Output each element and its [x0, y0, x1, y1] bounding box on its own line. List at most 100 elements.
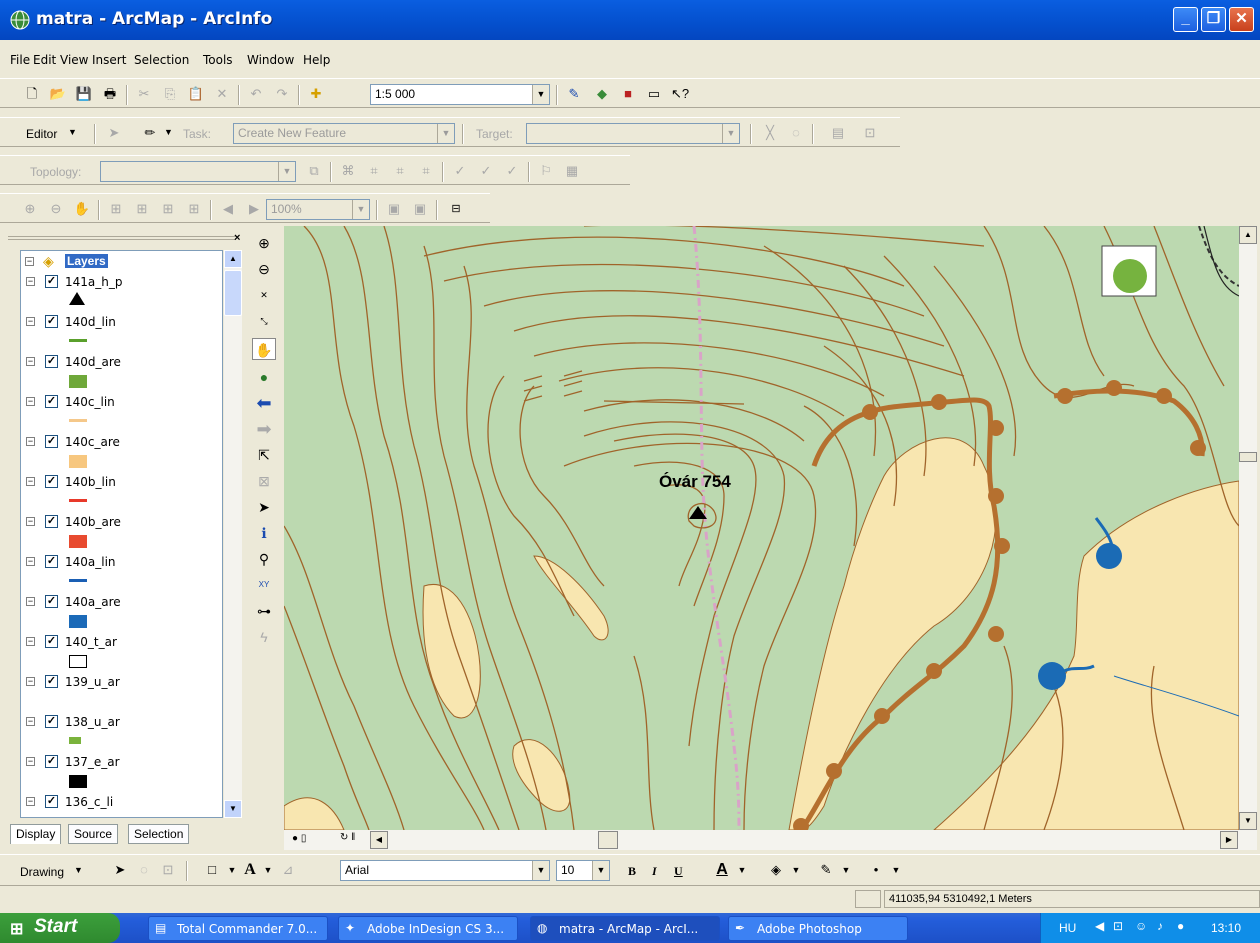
start-button[interactable]: ⊞ Start	[0, 913, 120, 943]
fixed-zoom-in-icon[interactable]: ✕	[252, 284, 276, 306]
zoom-100-icon[interactable]: ⊞	[132, 199, 152, 219]
tab-source[interactable]: Source	[68, 824, 119, 844]
scroll-thumb[interactable]	[1239, 452, 1257, 462]
zoom-out-layout-icon[interactable]: ⊖	[46, 199, 66, 219]
fill-color-icon[interactable]: ◈	[766, 860, 786, 880]
scroll-thumb[interactable]	[598, 831, 618, 849]
collapse-icon[interactable]: −	[26, 517, 35, 526]
chevron-down-icon[interactable]: ▼	[722, 124, 739, 143]
clear-selection-icon[interactable]: ⊠	[252, 470, 276, 492]
map-vertical-scrollbar[interactable]: ▲ ▼	[1239, 226, 1257, 830]
collapse-icon[interactable]: −	[26, 397, 35, 406]
language-indicator[interactable]: HU	[1059, 921, 1076, 935]
tab-display[interactable]: Display	[10, 824, 62, 844]
validate-icon[interactable]: ✓	[450, 161, 470, 181]
title-bar[interactable]: matra - ArcMap - ArcInfo _ ❐ ✕	[0, 0, 1260, 40]
whats-this-icon[interactable]: ↖?	[670, 84, 690, 104]
scroll-right-icon[interactable]: ▶	[1220, 831, 1238, 849]
zoom-in-icon[interactable]: ⊕	[252, 232, 276, 254]
chevron-down-icon[interactable]: ▼	[74, 865, 83, 875]
add-data-icon[interactable]: ✚	[306, 84, 326, 104]
layer-visibility-checkbox[interactable]: ✓	[45, 435, 58, 448]
zoom-in-layout-icon[interactable]: ⊕	[20, 199, 40, 219]
attributes-icon[interactable]: ▤	[828, 123, 848, 143]
scale-combo[interactable]: 1:5 000 ▼	[370, 84, 550, 105]
marker-color-icon[interactable]: •	[866, 860, 886, 880]
scroll-down-icon[interactable]: ▼	[224, 800, 242, 818]
pan-layout-icon[interactable]: ✋	[72, 199, 92, 219]
layer-visibility-checkbox[interactable]: ✓	[45, 275, 58, 288]
editor-toolbar-icon[interactable]: ✎	[564, 84, 584, 104]
collapse-icon[interactable]: −	[26, 477, 35, 486]
layers-root-label[interactable]: Layers	[65, 254, 108, 268]
select-elements-arrow-icon[interactable]: ➤	[252, 496, 276, 518]
back-arrow-icon[interactable]: ⬅	[252, 392, 276, 414]
layer-visibility-checkbox[interactable]: ✓	[45, 555, 58, 568]
validate-all-icon[interactable]: ✓	[502, 161, 522, 181]
chevron-down-icon[interactable]: ▼	[164, 127, 173, 137]
cut-icon[interactable]: ✂	[134, 84, 154, 104]
italic-button[interactable]: I	[652, 864, 657, 879]
toc-grip[interactable]	[8, 236, 236, 240]
layer-visibility-checkbox[interactable]: ✓	[45, 395, 58, 408]
fixed-zoom-out-icon[interactable]: ⊞	[184, 199, 204, 219]
rectangle-icon[interactable]: □	[202, 860, 222, 880]
layer-visibility-checkbox[interactable]: ✓	[45, 755, 58, 768]
hyperlink-lightning-icon[interactable]: ϟ	[252, 626, 276, 648]
fix-error-icon[interactable]: ⚐	[536, 161, 556, 181]
chevron-down-icon[interactable]: ▼	[836, 860, 856, 880]
collapse-icon[interactable]: −	[26, 637, 35, 646]
collapse-icon[interactable]: −	[26, 717, 35, 726]
task-total-commander[interactable]: ▤ Total Commander 7.0...	[148, 916, 328, 941]
menu-window[interactable]: Window	[247, 53, 294, 67]
minimize-button[interactable]: _	[1173, 7, 1198, 32]
layer-visibility-checkbox[interactable]: ✓	[45, 795, 58, 808]
chevron-down-icon[interactable]: ▼	[532, 861, 549, 880]
close-button[interactable]: ✕	[1229, 7, 1254, 32]
command-line-icon[interactable]: ▭	[644, 84, 664, 104]
edit-vertices-icon[interactable]: ⊿	[278, 860, 298, 880]
collapse-icon[interactable]: −	[26, 757, 35, 766]
chevron-down-icon[interactable]: ▼	[437, 124, 454, 143]
edit-tool-icon[interactable]: ➤	[104, 123, 124, 143]
zoom-out-icon[interactable]: ⊖	[252, 258, 276, 280]
back-extent-icon[interactable]: ◀	[218, 199, 238, 219]
zoom-whole-page-icon[interactable]: ⊞	[106, 199, 126, 219]
map-view[interactable]: Óvár 754	[284, 226, 1239, 830]
data-view-icon[interactable]: ● ▯	[292, 833, 306, 844]
menu-edit[interactable]: Edit	[33, 53, 56, 67]
layer-visibility-checkbox[interactable]: ✓	[45, 315, 58, 328]
editor-menu-label[interactable]: Editor	[26, 127, 57, 141]
error-inspector-icon[interactable]: ▦	[562, 161, 582, 181]
layout-zoom-combo[interactable]: 100% ▼	[266, 199, 370, 220]
menu-help[interactable]: Help	[303, 53, 330, 67]
change-layout-icon[interactable]: ⊟	[446, 199, 466, 219]
fixed-zoom-in-icon[interactable]: ⊞	[158, 199, 178, 219]
chevron-down-icon[interactable]: ▼	[258, 860, 278, 880]
find-binoculars-icon[interactable]: ⚲	[252, 548, 276, 570]
sketch-pencil-icon[interactable]: ✏	[140, 123, 160, 143]
font-combo[interactable]: Arial ▼	[340, 860, 550, 881]
topology-edit-icon[interactable]: ⌘	[338, 161, 358, 181]
chevron-down-icon[interactable]: ▼	[222, 860, 242, 880]
network-icon[interactable]: ⊡	[1113, 919, 1123, 933]
collapse-icon[interactable]: −	[26, 597, 35, 606]
rotate-icon[interactable]: ◌	[134, 860, 154, 880]
scroll-up-icon[interactable]: ▲	[1239, 226, 1257, 244]
forward-extent-icon[interactable]: ▶	[244, 199, 264, 219]
pan-hand-icon[interactable]: ✋	[252, 338, 276, 360]
map-topology-icon[interactable]: ⧉	[304, 161, 324, 181]
tray-expand-icon[interactable]: ◀	[1095, 919, 1104, 933]
paste-icon[interactable]: 📋	[186, 84, 206, 104]
toggle-draft-icon[interactable]: ▣	[384, 199, 404, 219]
task-arcmap[interactable]: ◍ matra - ArcMap - ArcI...	[530, 916, 720, 941]
tab-selection[interactable]: Selection	[128, 824, 190, 844]
layer-visibility-checkbox[interactable]: ✓	[45, 595, 58, 608]
refresh-pause-icon[interactable]: ↻ ‖	[340, 832, 355, 843]
layer-visibility-checkbox[interactable]: ✓	[45, 515, 58, 528]
full-extent-globe-icon[interactable]: ●	[252, 366, 276, 388]
show-shared-icon[interactable]: ⌗	[364, 161, 384, 181]
layer-item[interactable]: − ✓ 136_c_li	[21, 795, 221, 817]
modify-edge-icon[interactable]: ⌗	[416, 161, 436, 181]
menu-tools[interactable]: Tools	[203, 53, 233, 67]
